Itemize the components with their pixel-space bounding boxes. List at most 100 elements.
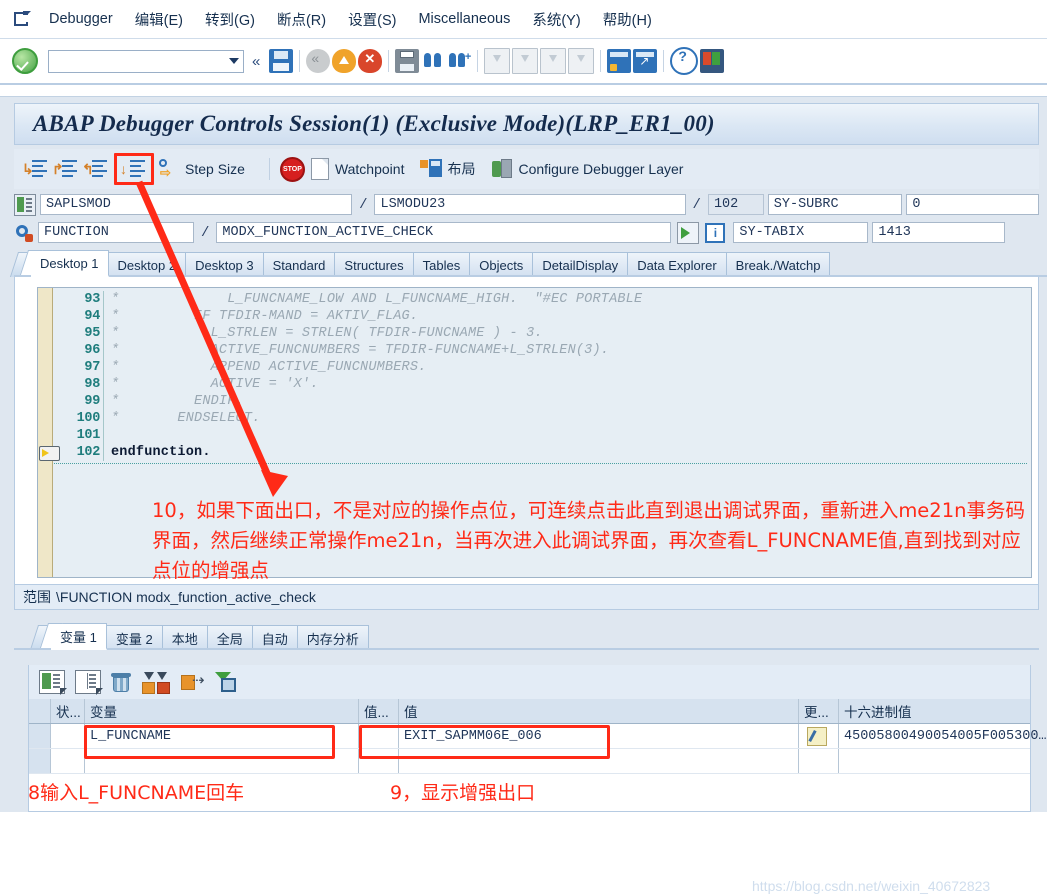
new-session-toolbar-icon[interactable] xyxy=(607,49,631,73)
layout-label[interactable]: 布局 xyxy=(447,159,475,179)
watchpoint-icon[interactable] xyxy=(311,158,329,180)
menu-item-help[interactable]: 帮助(H) xyxy=(603,9,652,30)
tab-structures[interactable]: Structures xyxy=(335,252,413,277)
tab-variables-2[interactable]: 变量 2 xyxy=(107,625,163,650)
tab-break-watchpoints[interactable]: Break./Watchp xyxy=(727,252,831,277)
command-field[interactable] xyxy=(48,50,244,73)
column-variable[interactable]: 变量 xyxy=(85,699,359,723)
print-icon[interactable] xyxy=(395,49,419,73)
tab-desktop-1[interactable]: Desktop 1 xyxy=(31,250,109,277)
display-list-alt-icon[interactable] xyxy=(75,670,101,694)
new-session-icon[interactable] xyxy=(14,11,33,28)
tab-label: Desktop 2 xyxy=(118,258,177,273)
step-size-icon[interactable]: ⇨ xyxy=(158,158,180,180)
step-into-icon[interactable]: ↳ xyxy=(22,157,48,181)
sy-tabix-value[interactable]: 1413 xyxy=(872,222,1005,243)
exit-up-icon[interactable] xyxy=(332,49,356,73)
cell-hex-value xyxy=(839,749,1047,773)
save-icon[interactable] xyxy=(269,49,293,73)
chevron-down-icon[interactable] xyxy=(229,58,239,64)
next-page-icon[interactable] xyxy=(540,48,566,74)
layout-icon[interactable] xyxy=(420,159,442,179)
event-type-field[interactable]: FUNCTION xyxy=(38,222,194,243)
cell-variable-name[interactable] xyxy=(85,749,359,773)
column-hex-value[interactable]: 十六进制值 xyxy=(839,699,1047,723)
watchpoint-label[interactable]: Watchpoint xyxy=(335,161,405,177)
tab-desktop-2[interactable]: Desktop 2 xyxy=(109,252,187,277)
line-text: * ACTIVE_FUNCNUMBERS = TFDIR-FUNCNAME+L_… xyxy=(111,343,609,358)
find-icon[interactable] xyxy=(421,49,445,73)
edit-pencil-icon[interactable] xyxy=(807,727,827,746)
delete-icon[interactable] xyxy=(111,672,131,693)
line-text: * APPEND ACTIVE_FUNCNUMBERS. xyxy=(111,360,426,375)
row-selector[interactable] xyxy=(29,724,51,748)
sy-subrc-value[interactable]: 0 xyxy=(906,194,1039,215)
tab-standard[interactable]: Standard xyxy=(264,252,336,277)
code-line: 95 * L_STRLEN = STRLEN( TFDIR-FUNCNAME )… xyxy=(54,325,1031,342)
line-number-field[interactable]: 102 xyxy=(708,194,764,215)
cell-value[interactable] xyxy=(399,749,799,773)
step-over-icon[interactable]: ↱ xyxy=(52,157,78,181)
sy-subrc-label[interactable]: SY-SUBRC xyxy=(768,194,903,215)
tab-detaildisplay[interactable]: DetailDisplay xyxy=(533,252,628,277)
first-page-icon[interactable] xyxy=(484,48,510,74)
column-value-short[interactable]: 值... xyxy=(359,699,399,723)
table-row-empty[interactable] xyxy=(29,749,1030,774)
column-status[interactable]: 状... xyxy=(51,699,85,723)
help-icon[interactable] xyxy=(670,47,698,75)
tab-data-explorer[interactable]: Data Explorer xyxy=(628,252,726,277)
menu-item-system[interactable]: 系统(Y) xyxy=(532,9,580,30)
filter-icon[interactable] xyxy=(215,671,239,693)
enter-check-icon[interactable] xyxy=(12,48,38,74)
program-field[interactable]: SAPLSMOD xyxy=(40,194,352,215)
menu-item-debugger[interactable]: Debugger xyxy=(49,11,113,27)
chevron-double-left-icon[interactable]: « xyxy=(252,53,260,70)
tab-locals[interactable]: 本地 xyxy=(163,625,208,650)
tab-auto[interactable]: 自动 xyxy=(253,625,298,650)
cell-variable-name[interactable]: L_FUNCNAME xyxy=(85,724,359,748)
column-change[interactable]: 更... xyxy=(799,699,839,723)
create-shortcut-icon[interactable] xyxy=(633,49,657,73)
menu-item-settings[interactable]: 设置(S) xyxy=(348,9,396,30)
tab-variables-1[interactable]: 变量 1 xyxy=(51,623,107,650)
menu-item-edit[interactable]: 编辑(E) xyxy=(135,9,183,30)
layout-menu-icon[interactable] xyxy=(700,49,724,73)
tab-objects[interactable]: Objects xyxy=(470,252,533,277)
last-page-icon[interactable] xyxy=(568,48,594,74)
sy-tabix-label[interactable]: SY-TABIX xyxy=(733,222,868,243)
info-icon[interactable]: i xyxy=(705,223,725,243)
stop-icon[interactable]: STOP xyxy=(280,157,305,182)
menu-item-miscellaneous[interactable]: Miscellaneous xyxy=(418,11,510,27)
cell-change[interactable] xyxy=(799,724,839,748)
cancel-icon[interactable] xyxy=(358,49,382,73)
function-name-field[interactable]: MODX_FUNCTION_ACTIVE_CHECK xyxy=(216,222,671,243)
goto-source-icon[interactable] xyxy=(677,222,699,244)
previous-page-icon[interactable] xyxy=(512,48,538,74)
tab-desktop-3[interactable]: Desktop 3 xyxy=(186,252,264,277)
menu-item-goto[interactable]: 转到(G) xyxy=(205,9,255,30)
configure-debugger-layer-icon[interactable] xyxy=(491,159,513,179)
display-list-icon[interactable] xyxy=(39,670,65,694)
row-selector[interactable] xyxy=(29,749,51,773)
menu-label: 系统(Y) xyxy=(532,13,580,29)
menu-item-breakpoint[interactable]: 断点(R) xyxy=(277,9,326,30)
cell-value[interactable]: EXIT_SAPMM06E_006 xyxy=(399,724,799,748)
configure-debugger-layer-label[interactable]: Configure Debugger Layer xyxy=(518,161,683,177)
include-field[interactable]: LSMODU23 xyxy=(374,194,685,215)
select-all-cell[interactable] xyxy=(29,699,51,723)
breakpoint-gutter[interactable] xyxy=(38,288,53,577)
line-number: 102 xyxy=(54,445,103,460)
export-icon[interactable]: ⇢ xyxy=(181,671,205,693)
column-value[interactable]: 值 xyxy=(399,699,799,723)
step-return-icon[interactable]: ↰ xyxy=(82,157,108,181)
table-row[interactable]: L_FUNCNAME EXIT_SAPMM06E_006 45005800490… xyxy=(29,724,1030,749)
cell-change[interactable] xyxy=(799,749,839,773)
step-size-label[interactable]: Step Size xyxy=(185,161,245,177)
tab-globals[interactable]: 全局 xyxy=(208,625,253,650)
find-next-icon[interactable]: + xyxy=(447,49,471,73)
tab-memory-analysis[interactable]: 内存分析 xyxy=(298,625,369,650)
continue-icon[interactable]: ↓ xyxy=(120,157,146,181)
back-icon[interactable] xyxy=(306,49,330,73)
insert-rows-icon[interactable] xyxy=(141,671,171,693)
tab-tables[interactable]: Tables xyxy=(414,252,471,277)
